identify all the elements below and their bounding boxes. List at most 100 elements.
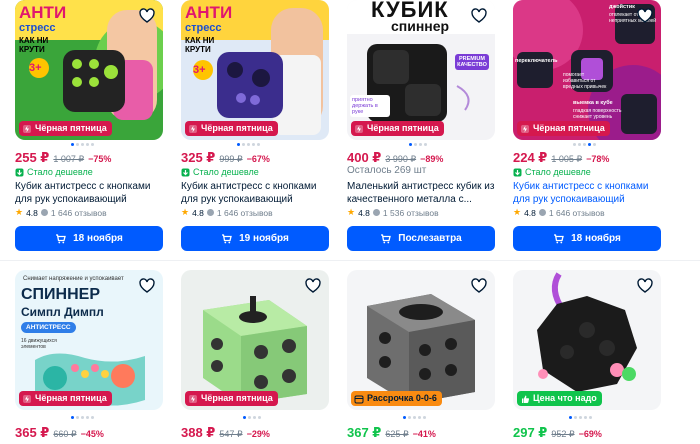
price-drop-note: Стало дешевле: [15, 167, 93, 177]
old-price: 952 ₽: [551, 429, 575, 439]
favorite-heart-icon[interactable]: [139, 278, 155, 294]
installment-badge: Рассрочка 0-0-6: [351, 391, 442, 406]
lightning-icon: [188, 394, 198, 404]
image-subheadline: стресс: [19, 22, 56, 34]
product-title[interactable]: Кубик антистресс с кнопками для рук успо…: [181, 180, 329, 206]
favorite-heart-icon[interactable]: [637, 278, 653, 294]
star-icon: ★: [15, 207, 24, 217]
comment-icon: [538, 209, 546, 216]
product-title[interactable]: Кубик антистресс с кнопками для рук успо…: [15, 180, 163, 206]
current-price: 365 ₽: [15, 425, 50, 440]
discount: −67%: [246, 154, 270, 164]
product-image[interactable]: АНТИ стресс КАК НИ КРУТИ 3+ Чёрная пятни…: [181, 0, 329, 140]
reviews-count: 1 646 отзывов: [216, 207, 273, 218]
price-down-icon: [513, 168, 522, 177]
star-icon: ★: [513, 207, 522, 217]
current-price: 367 ₽: [347, 425, 382, 440]
cart-icon: [553, 233, 564, 244]
lightning-icon: [22, 394, 32, 404]
image-note-switch: помогает избавиться от вредных привычек: [563, 72, 607, 90]
discount: −89%: [420, 154, 444, 164]
product-image[interactable]: Рассрочка 0-0-6: [347, 270, 495, 410]
star-icon: ★: [347, 207, 356, 217]
product-title[interactable]: Маленький антистресс кубик из качественн…: [347, 180, 495, 206]
discount: −45%: [80, 429, 104, 439]
image-pager[interactable]: [71, 416, 94, 420]
add-to-cart-button[interactable]: 18 ноября: [513, 226, 661, 251]
product-image[interactable]: джойстик отвлекает от неприятных мыслей …: [513, 0, 661, 140]
image-pager[interactable]: [573, 143, 596, 147]
reviews-count: 1 536 отзывов: [382, 207, 439, 218]
current-price: 297 ₽: [513, 425, 548, 440]
price-row: 365 ₽ 660 ₽ −45%: [15, 425, 104, 441]
image-pager[interactable]: [409, 143, 427, 147]
cart-icon: [55, 233, 66, 244]
image-note: приятно держать в руке: [350, 95, 390, 117]
image-subheadline: Симпл Димпл: [21, 305, 104, 319]
image-caption-2: КРУТИ: [19, 45, 45, 54]
rating-row: ★ 4.8 1 646 отзывов: [181, 207, 273, 218]
comment-icon: [372, 209, 380, 216]
rating-value: 4.8: [192, 207, 204, 218]
image-pager[interactable]: [569, 416, 592, 420]
image-headline: АНТИ: [19, 3, 67, 22]
image-quality-tag: PREMIUM КАЧЕСТВО: [455, 54, 489, 70]
discount: −78%: [586, 154, 610, 164]
promo-badge: Чёрная пятница: [517, 121, 610, 136]
add-to-cart-button[interactable]: 19 ноября: [181, 226, 329, 251]
current-price: 325 ₽: [181, 150, 216, 165]
favorite-heart-icon[interactable]: [471, 278, 487, 294]
add-to-cart-button[interactable]: Послезавтра: [347, 226, 495, 251]
product-image[interactable]: Чёрная пятница: [181, 270, 329, 410]
old-price: 1 005 ₽: [551, 154, 583, 164]
image-subheadline: спиннер: [391, 18, 450, 34]
old-price: 1 007 ₽: [53, 154, 85, 164]
old-price: 3 990 ₽: [385, 154, 417, 164]
comment-icon: [40, 209, 48, 216]
promo-badge: Чёрная пятница: [185, 391, 278, 406]
image-tag: АНТИСТРЕСС: [21, 322, 76, 333]
rating-value: 4.8: [26, 207, 38, 218]
old-price: 999 ₽: [219, 154, 243, 164]
old-price: 547 ₽: [219, 429, 243, 439]
image-multiplier: 3+: [193, 64, 206, 76]
product-title[interactable]: Кубик антистресс с кнопками для рук успо…: [513, 180, 661, 206]
old-price: 625 ₽: [385, 429, 409, 439]
product-image[interactable]: КУБИК спиннер PREMIUM КАЧЕСТВО приятно д…: [347, 0, 495, 140]
image-pager[interactable]: [243, 416, 261, 420]
discount: −69%: [578, 429, 602, 439]
product-image[interactable]: Снимает напряжение и успокаивает СПИННЕР…: [15, 270, 163, 410]
favorite-heart-icon[interactable]: [305, 278, 321, 294]
favorite-heart-icon[interactable]: [637, 8, 653, 24]
price-drop-note: Стало дешевле: [181, 167, 259, 177]
promo-badge: Чёрная пятница: [185, 121, 278, 136]
image-headline: АНТИ: [185, 3, 233, 22]
image-headline: КУБИК: [371, 0, 449, 22]
image-pager[interactable]: [71, 143, 94, 147]
product-image[interactable]: Цена что надо: [513, 270, 661, 410]
image-note: 16 движущихся элементов: [21, 338, 57, 350]
price-row: 388 ₽ 547 ₽ −29%: [181, 425, 270, 441]
current-price: 388 ₽: [181, 425, 216, 440]
image-label-switch: переключатель: [515, 58, 558, 64]
favorite-heart-icon[interactable]: [471, 8, 487, 24]
image-pager[interactable]: [403, 416, 426, 420]
current-price: 224 ₽: [513, 150, 548, 165]
star-icon: ★: [181, 207, 190, 217]
image-pager[interactable]: [237, 143, 260, 147]
price-row: 255 ₽ 1 007 ₽ −75%: [15, 150, 111, 166]
favorite-heart-icon[interactable]: [139, 8, 155, 24]
lightning-icon: [520, 124, 530, 134]
promo-badge: Чёрная пятница: [19, 391, 112, 406]
lightning-icon: [188, 124, 198, 134]
image-caption: КАК НИ: [185, 36, 215, 45]
lightning-icon: [354, 124, 364, 134]
add-to-cart-button[interactable]: 18 ноября: [15, 226, 163, 251]
rating-row: ★ 4.8 1 646 отзывов: [15, 207, 107, 218]
price-row: 224 ₽ 1 005 ₽ −78%: [513, 150, 609, 166]
product-image[interactable]: АНТИ стресс КАК НИ КРУТИ 3+ Чёрная пятни…: [15, 0, 163, 140]
comment-icon: [206, 209, 214, 216]
image-caption-2: КРУТИ: [185, 45, 211, 54]
lightning-icon: [22, 124, 32, 134]
stock-remaining: Осталось 269 шт: [347, 165, 427, 176]
